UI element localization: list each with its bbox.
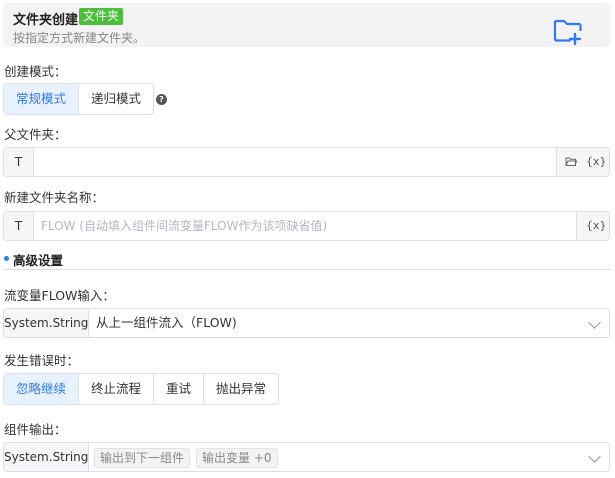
new-folder-name-suffix: {x} [576, 212, 609, 240]
flow-input-select[interactable]: System.String 从上一组件流入（FLOW) [3, 308, 610, 338]
output-tag-next-component: 输出到下一组件 [94, 448, 191, 468]
new-folder-name-label: 新建文件夹名称： [4, 190, 105, 205]
flow-input-value: 从上一组件流入（FLOW) [96, 315, 237, 330]
component-title: 文件夹创建 [13, 13, 79, 28]
on-error-option-throw[interactable]: 抛出异常 [203, 374, 278, 404]
flow-input-label: 流变量FLOW输入： [4, 288, 115, 303]
component-output-label: 组件输出： [4, 422, 67, 437]
create-mode-option-normal[interactable]: 常规模式 [4, 84, 79, 114]
new-folder-name-field: T FLOW (自动填入组件间流变量FLOW作为该项缺省值) {x} [3, 211, 610, 241]
advanced-settings-title: 高级设置 [13, 253, 64, 268]
folder-create-panel: 文件夹创建 文件夹 按指定方式新建文件夹。 创建模式： 常规模式 递归模式 ? … [0, 0, 615, 478]
text-type-prefix: T [4, 212, 34, 240]
new-folder-name-input[interactable]: FLOW (自动填入组件间流变量FLOW作为该项缺省值) [41, 212, 327, 240]
parent-folder-label: 父文件夹： [4, 127, 67, 142]
component-output-type: System.String [4, 443, 89, 471]
component-output-select[interactable]: System.String 输出到下一组件 输出变量 +0 [3, 442, 610, 472]
section-dot-icon [4, 256, 9, 261]
question-circle-icon[interactable]: ? [156, 94, 167, 105]
chevron-down-icon [588, 450, 601, 463]
component-description: 按指定方式新建文件夹。 [13, 31, 146, 45]
parent-folder-variable-button[interactable]: {x} [586, 155, 607, 169]
output-tag-variable: 输出变量 +0 [196, 448, 278, 468]
on-error-option-ignore[interactable]: 忽略继续 [4, 374, 79, 404]
parent-folder-field: T {x} [3, 147, 610, 177]
on-error-label: 发生错误时： [4, 353, 80, 368]
text-type-prefix: T [4, 148, 34, 176]
folder-open-icon[interactable] [565, 156, 577, 167]
folder-add-icon [553, 19, 582, 46]
component-header: 文件夹创建 文件夹 按指定方式新建文件夹。 [3, 3, 611, 47]
chevron-down-icon [588, 316, 601, 329]
advanced-settings-section[interactable]: 高级设置 [3, 250, 611, 270]
create-mode-label: 创建模式： [4, 64, 67, 79]
flow-input-type: System.String [4, 309, 89, 337]
parent-folder-suffix: {x} [556, 148, 609, 176]
on-error-option-retry[interactable]: 重试 [153, 374, 203, 404]
on-error-option-terminate[interactable]: 终止流程 [78, 374, 153, 404]
on-error-selector: 忽略继续 终止流程 重试 抛出异常 [3, 373, 280, 405]
create-mode-selector: 常规模式 递归模式 [3, 83, 155, 115]
new-folder-name-variable-button[interactable]: {x} [586, 219, 607, 233]
category-badge: 文件夹 [79, 8, 124, 25]
create-mode-option-recursive[interactable]: 递归模式 [78, 84, 153, 114]
